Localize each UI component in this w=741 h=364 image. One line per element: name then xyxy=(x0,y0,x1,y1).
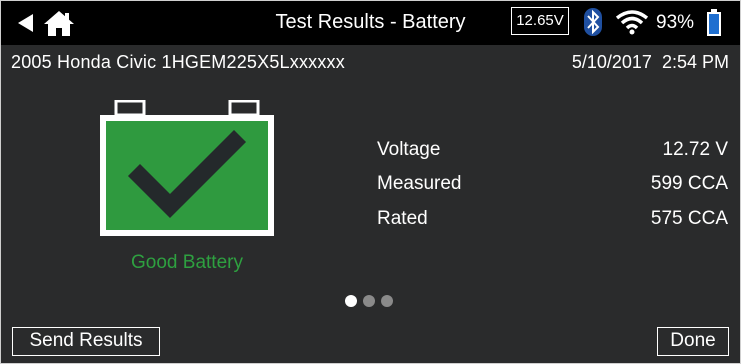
battery-status-icon xyxy=(100,100,274,236)
metric-value-rated: 575 CCA xyxy=(650,208,728,229)
send-results-button[interactable]: Send Results xyxy=(12,327,160,356)
page-indicator xyxy=(344,294,396,308)
battery-percent: 93% xyxy=(656,12,695,33)
metric-label-rated: Rated xyxy=(377,208,428,229)
top-bar: 93% xyxy=(1,1,740,45)
bluetooth-icon xyxy=(584,8,602,36)
metric-value-measured: 599 CCA xyxy=(650,173,728,194)
metric-value-voltage: 12.72 V xyxy=(662,139,729,160)
home-icon[interactable] xyxy=(42,9,76,37)
timestamp: 5/10/2017 2:54 PM xyxy=(572,51,729,73)
date-text: 5/10/2017 xyxy=(571,52,652,72)
page-dot[interactable] xyxy=(345,295,357,307)
metric-label-voltage: Voltage xyxy=(377,139,441,160)
metric-label-measured: Measured xyxy=(377,173,462,194)
page-dot[interactable] xyxy=(381,295,393,307)
time-text: 2:54 PM xyxy=(661,52,729,72)
vehicle-info: 2005 Honda Civic 1HGEM225X5Lxxxxxx xyxy=(11,52,345,72)
wifi-icon xyxy=(615,10,649,35)
back-arrow-icon[interactable] xyxy=(15,11,35,35)
page-dot[interactable] xyxy=(363,295,375,307)
done-button[interactable]: Done xyxy=(657,327,729,356)
battery-status-label: Good Battery xyxy=(131,252,243,273)
system-voltage-badge: 12.65V xyxy=(511,7,569,35)
battery-icon xyxy=(707,9,721,36)
